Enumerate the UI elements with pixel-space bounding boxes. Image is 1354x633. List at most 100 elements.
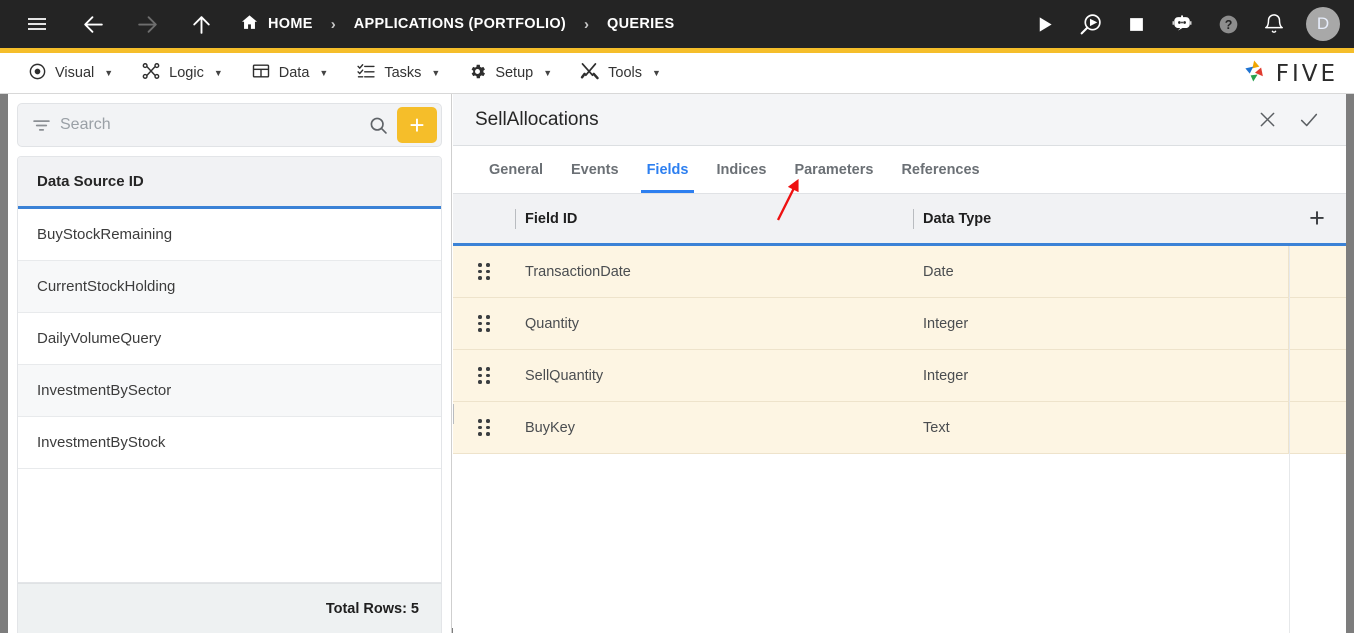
close-icon[interactable]: [1246, 99, 1288, 141]
gear-icon: [468, 62, 487, 85]
menu-item-visual[interactable]: Visual ▼: [14, 53, 127, 94]
top-nav-actions: ? D: [1024, 0, 1340, 48]
table-row[interactable]: SellQuantity Integer: [453, 349, 1346, 402]
drag-handle-icon[interactable]: [453, 263, 515, 280]
cell-field-id[interactable]: TransactionDate: [515, 264, 913, 280]
fields-grid-header: Field ID Data Type +: [453, 194, 1346, 424]
drag-handle-icon[interactable]: [453, 419, 515, 436]
cell-data-type[interactable]: Integer: [913, 368, 1288, 384]
list-item[interactable]: InvestmentBySector: [18, 365, 441, 417]
column-divider: [913, 208, 914, 229]
tab-fields[interactable]: Fields: [633, 146, 703, 193]
cell-field-id[interactable]: Quantity: [515, 316, 913, 332]
menu-item-tasks[interactable]: Tasks ▼: [342, 53, 454, 94]
notifications-bell-icon[interactable]: [1254, 4, 1294, 44]
top-navigation-bar: HOME › APPLICATIONS (PORTFOLIO) › QUERIE…: [0, 0, 1354, 48]
breadcrumb-item-queries[interactable]: QUERIES: [603, 0, 678, 48]
debug-run-icon[interactable]: [1070, 4, 1110, 44]
chatbot-icon[interactable]: [1162, 4, 1202, 44]
brand-logo: FIVE: [1241, 53, 1338, 94]
page-title: SellAllocations: [475, 108, 599, 130]
search-icon[interactable]: [361, 115, 395, 136]
cell-data-type[interactable]: Date: [913, 264, 1288, 280]
chevron-down-icon: ▼: [543, 68, 553, 78]
list-column-header-data-source-id[interactable]: Data Source ID: [18, 157, 441, 209]
menu-item-data[interactable]: Data ▼: [237, 53, 343, 94]
top-nav-left-group: HOME › APPLICATIONS (PORTFOLIO) › QUERIE…: [0, 0, 678, 48]
eye-icon: [28, 62, 47, 85]
checklist-icon: [356, 61, 376, 85]
cell-row-actions[interactable]: [1288, 401, 1346, 454]
brand-name: FIVE: [1275, 60, 1338, 87]
search-input[interactable]: [54, 116, 361, 134]
back-arrow-icon[interactable]: [74, 5, 112, 43]
hamburger-menu-icon[interactable]: [18, 5, 56, 43]
tab-references[interactable]: References: [887, 146, 993, 193]
home-icon: [240, 13, 259, 36]
grid-header-label-field-id: Field ID: [525, 210, 578, 227]
query-editor-panel: SellAllocations General Events Fields In…: [453, 94, 1346, 633]
tab-parameters[interactable]: Parameters: [780, 146, 887, 193]
breadcrumb-separator: ›: [330, 15, 336, 33]
cell-row-actions[interactable]: [1288, 245, 1346, 298]
grid-column-header-data-type[interactable]: Data Type: [913, 208, 1288, 229]
main-menu-bar: Visual ▼ Logic ▼ Data ▼ Tasks ▼ Setup ▼ …: [0, 53, 1354, 94]
tab-events[interactable]: Events: [557, 146, 633, 193]
list-item[interactable]: BuyStockRemaining: [18, 209, 441, 261]
column-divider: [453, 403, 454, 424]
left-scroll-strip[interactable]: [0, 94, 8, 633]
breadcrumb-item-applications[interactable]: APPLICATIONS (PORTFOLIO): [350, 0, 570, 48]
add-field-icon[interactable]: +: [1309, 205, 1325, 232]
user-avatar[interactable]: D: [1306, 7, 1340, 41]
breadcrumb-item-home[interactable]: HOME: [236, 0, 317, 48]
cell-field-id[interactable]: SellQuantity: [515, 368, 913, 384]
tab-general[interactable]: General: [475, 146, 557, 193]
list-item[interactable]: CurrentStockHolding: [18, 261, 441, 313]
menu-item-tools[interactable]: Tools ▼: [566, 53, 675, 94]
tab-indices[interactable]: Indices: [702, 146, 780, 193]
chevron-down-icon: ▼: [319, 68, 329, 78]
menu-label-logic: Logic: [169, 65, 204, 81]
filter-icon[interactable]: [28, 115, 54, 136]
svg-text:?: ?: [1224, 17, 1232, 31]
menu-label-visual: Visual: [55, 65, 95, 81]
menu-item-setup[interactable]: Setup ▼: [454, 53, 566, 94]
grid-column-header-field-id[interactable]: Field ID: [515, 208, 913, 229]
menu-label-data: Data: [278, 65, 310, 81]
list-item[interactable]: DailyVolumeQuery: [18, 313, 441, 365]
grid-tail-divider: [1289, 246, 1290, 633]
table-row[interactable]: BuyKey Text: [453, 401, 1346, 454]
tools-icon: [580, 61, 600, 85]
chevron-down-icon: ▼: [431, 68, 441, 78]
help-icon[interactable]: ?: [1208, 4, 1248, 44]
run-icon[interactable]: [1024, 4, 1064, 44]
menu-label-setup: Setup: [495, 65, 534, 81]
add-field-column-cell[interactable]: +: [453, 205, 1346, 424]
forward-arrow-icon[interactable]: [128, 5, 166, 43]
table-row[interactable]: Quantity Integer: [453, 297, 1346, 350]
confirm-check-icon[interactable]: [1288, 99, 1330, 141]
table-row[interactable]: TransactionDate Date: [453, 245, 1346, 298]
five-mark-icon: [1241, 57, 1269, 90]
application-window: HOME › APPLICATIONS (PORTFOLIO) › QUERIE…: [0, 0, 1354, 633]
right-scrollbar[interactable]: [1346, 94, 1354, 633]
drag-handle-icon[interactable]: [453, 315, 515, 332]
add-data-source-button[interactable]: +: [397, 107, 437, 143]
grid-header-label-data-type: Data Type: [923, 210, 992, 227]
drag-handle-icon[interactable]: [453, 367, 515, 384]
chevron-down-icon: ▼: [652, 68, 661, 78]
logic-nodes-icon: [141, 61, 161, 85]
column-divider: [515, 208, 516, 229]
cell-row-actions[interactable]: [1288, 349, 1346, 402]
cell-field-id[interactable]: BuyKey: [515, 420, 913, 436]
cell-row-actions[interactable]: [1288, 297, 1346, 350]
menu-item-logic[interactable]: Logic ▼: [127, 53, 237, 94]
list-item[interactable]: InvestmentByStock: [18, 417, 441, 469]
cell-data-type[interactable]: Text: [913, 420, 1288, 436]
up-arrow-icon[interactable]: [182, 5, 220, 43]
breadcrumb-label-applications: APPLICATIONS (PORTFOLIO): [353, 16, 567, 32]
data-sources-sidebar: + Data Source ID BuyStockRemaining Curre…: [8, 94, 452, 633]
stop-icon[interactable]: [1116, 4, 1156, 44]
total-rows-label: Total Rows: 5: [17, 583, 442, 633]
cell-data-type[interactable]: Integer: [913, 316, 1288, 332]
